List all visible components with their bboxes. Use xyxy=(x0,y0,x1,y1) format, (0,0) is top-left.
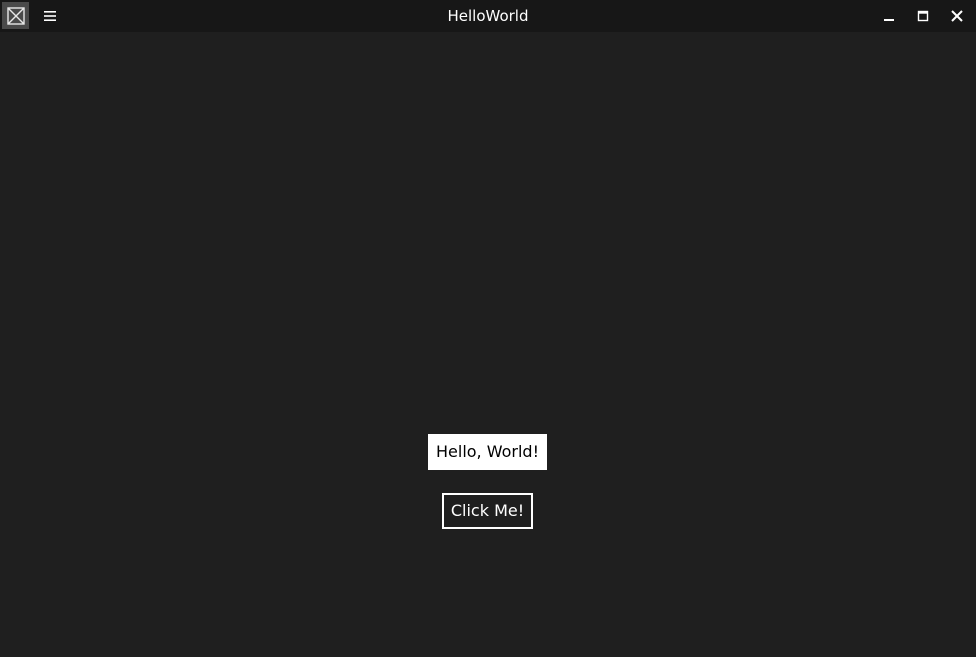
close-button[interactable] xyxy=(945,4,969,28)
hamburger-menu-icon xyxy=(44,11,56,21)
minimize-icon xyxy=(884,19,894,21)
window-title: HelloWorld xyxy=(447,7,529,25)
click-me-button[interactable]: Click Me! xyxy=(442,493,533,529)
close-icon xyxy=(951,10,963,22)
app-window: HelloWorld Hello, World! Click Me! xyxy=(0,0,976,657)
app-logo-icon xyxy=(6,6,25,25)
maximize-icon xyxy=(917,10,929,22)
app-icon-button[interactable] xyxy=(2,2,29,29)
maximize-button[interactable] xyxy=(911,4,935,28)
title-bar[interactable]: HelloWorld xyxy=(0,0,976,32)
menu-button[interactable] xyxy=(38,4,62,28)
hello-label: Hello, World! xyxy=(428,434,547,470)
minimize-button[interactable] xyxy=(877,4,901,28)
